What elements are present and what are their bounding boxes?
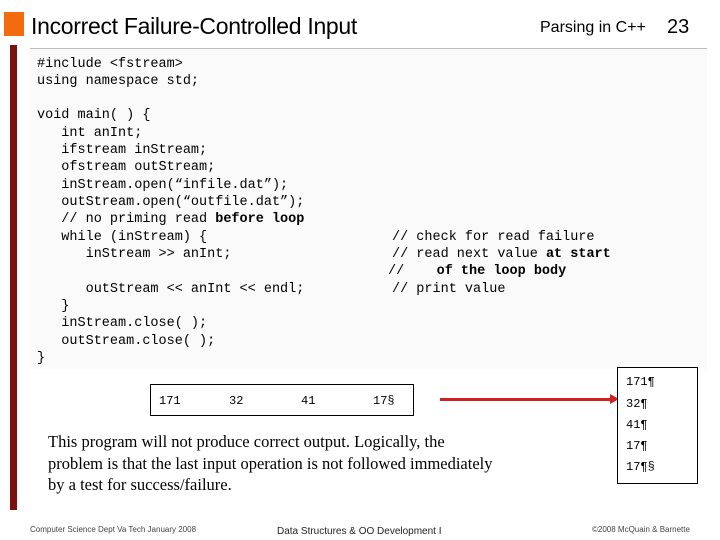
page-number: 23	[667, 16, 690, 38]
code-line: inStream >> anInt;	[37, 247, 232, 262]
input-file-box: 171 32 41 17§	[150, 384, 414, 416]
code-token: #include <fstream>	[37, 57, 183, 72]
code-line: outStream.close( );	[37, 334, 215, 349]
code-comment: // print value	[392, 282, 505, 297]
code-token: outStream.close( );	[37, 334, 216, 349]
code-token: while (inStream) {	[37, 230, 208, 245]
code-line: #include <fstream>	[37, 57, 183, 72]
code-comment: // of the loop body	[388, 264, 566, 279]
output-line: 17¶	[626, 439, 648, 453]
input-value: 17§	[373, 394, 395, 408]
code-token: }	[37, 351, 46, 366]
code-line: }	[37, 299, 69, 314]
code-token: inStream.open(“infile.dat”);	[37, 178, 289, 193]
code-token: inStream.close( );	[37, 316, 208, 331]
code-token: }	[37, 299, 70, 314]
code-line: }	[37, 351, 45, 366]
code-token: inStream >> anInt;	[37, 247, 232, 262]
code-line: outStream.open(“outfile.dat”);	[37, 195, 304, 210]
code-token: // check for read failure	[392, 230, 595, 245]
arrow-line	[440, 398, 612, 401]
code-token: //	[388, 264, 437, 279]
explanation-text: This program will not produce correct ou…	[48, 432, 493, 494]
code-token: using namespace std;	[37, 74, 200, 89]
code-line: // no priming read before loop	[37, 212, 304, 227]
code-comment: // check for read failure	[392, 230, 595, 245]
input-value: 171	[159, 394, 181, 408]
output-line: 41¶	[626, 418, 648, 432]
output-line: 32¶	[626, 397, 648, 411]
code-token: outStream.open(“outfile.dat”);	[37, 195, 305, 210]
code-line: ofstream outStream;	[37, 160, 215, 175]
code-line: inStream.close( );	[37, 316, 207, 331]
output-line: 171¶	[626, 375, 655, 389]
code-line: using namespace std;	[37, 74, 199, 89]
side-bar	[10, 45, 17, 510]
slide-title: Incorrect Failure-Controlled Input	[31, 13, 358, 39]
code-comment: // read next value at start	[392, 247, 611, 262]
code-token: ofstream outStream;	[37, 160, 216, 175]
code-token: void main( ) {	[37, 108, 151, 123]
input-value: 41	[301, 394, 316, 408]
title-accent-square	[4, 12, 24, 36]
footer-left: Computer Science Dept Va Tech January 20…	[30, 525, 197, 534]
section-title: Parsing in C++	[540, 19, 646, 36]
code-line: while (inStream) {	[37, 230, 207, 245]
input-value: 32	[229, 394, 244, 408]
code-token: at start	[545, 247, 611, 262]
footer-right: ©2008 McQuain & Barnette	[592, 525, 690, 534]
code-token: ifstream inStream;	[37, 143, 208, 158]
output-file-box: 171¶ 32¶ 41¶ 17¶ 17¶§	[617, 367, 698, 484]
code-token: int anInt;	[37, 126, 143, 141]
footer-center: Data Structures & OO Development I	[277, 526, 442, 537]
code-token: // print value	[392, 282, 506, 297]
code-token: of the loop body	[436, 264, 567, 279]
code-line: void main( ) {	[37, 108, 150, 123]
code-line: int anInt;	[37, 126, 142, 141]
code-line: outStream << anInt << endl;	[37, 282, 305, 297]
code-token: // no priming read	[37, 212, 216, 227]
code-line: ifstream inStream;	[37, 143, 207, 158]
code-token: before loop	[215, 212, 305, 227]
code-line: inStream.open(“infile.dat”);	[37, 178, 288, 193]
code-token: outStream << anInt << endl;	[37, 282, 305, 297]
code-token: // read next value	[392, 247, 546, 262]
output-line: 17¶§	[626, 460, 655, 474]
